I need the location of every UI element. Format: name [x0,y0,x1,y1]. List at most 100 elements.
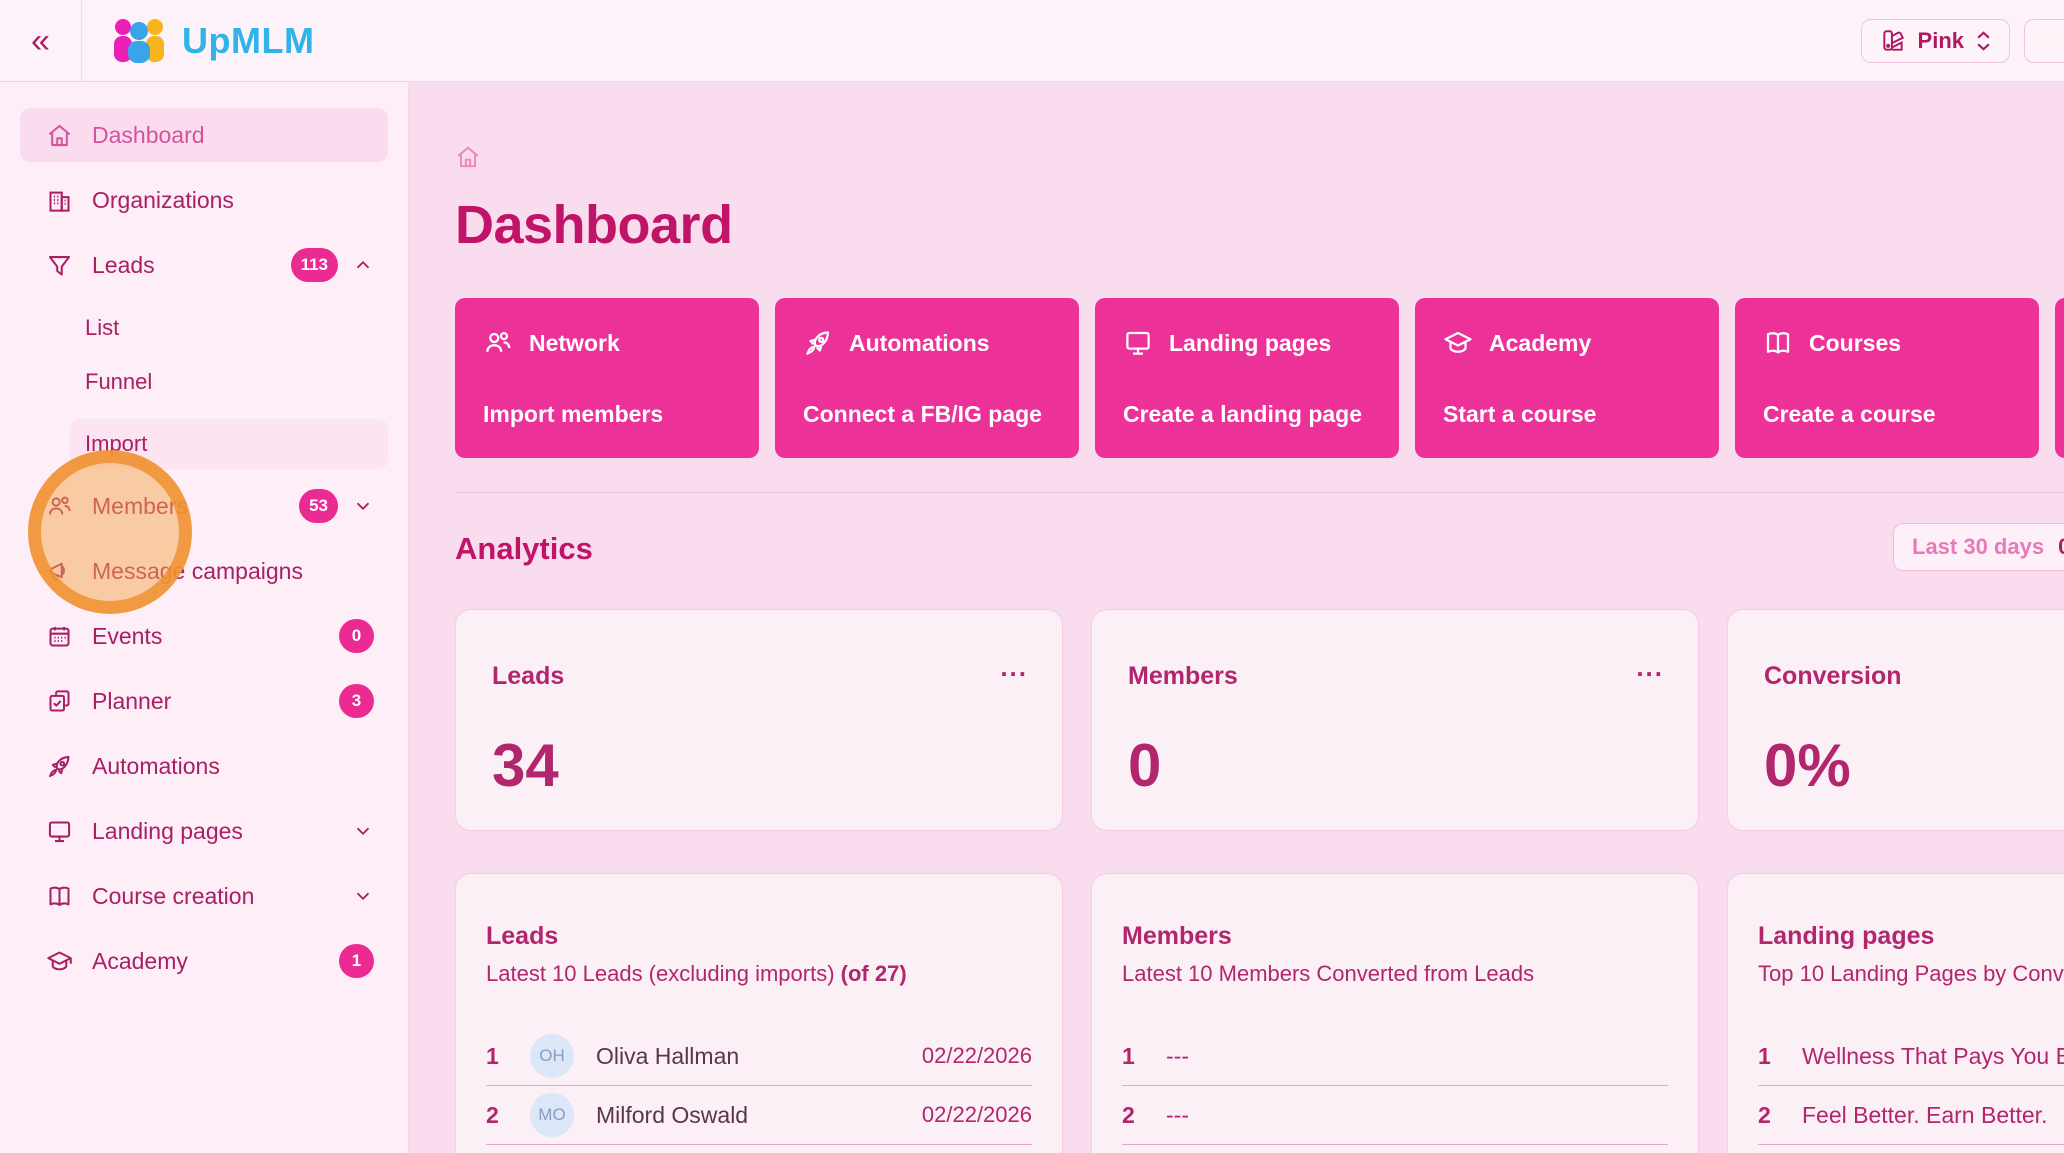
clipped-toolbar-button[interactable] [2024,19,2064,63]
lead-date: 02/22/2026 [922,1102,1032,1128]
sidebar-item-members[interactable]: Members 53 [20,479,388,533]
sidebar-item-automations[interactable]: Automations [20,739,388,793]
quick-action-landing-pages[interactable]: Landing pages Create a landing page [1095,298,1399,458]
rocket-icon [46,753,73,780]
lists-grid: Leads Latest 10 Leads (excluding imports… [455,873,2064,1153]
quick-action-title: Landing pages [1169,330,1331,357]
landing-page-row[interactable]: 2 Feel Better. Earn Better. [1758,1086,2064,1144]
chevron-up-down-icon [1976,31,1991,51]
graduation-cap-icon [1443,328,1473,358]
member-row[interactable]: 2 --- [1122,1086,1668,1144]
monitor-icon [46,818,73,845]
lead-date: 02/22/2026 [922,1043,1032,1069]
card-subtitle: Latest 10 Leads (excluding imports) (of … [486,961,1032,987]
sidebar: Dashboard Organizations Leads 113 List [0,82,409,1153]
members-list-card: Members Latest 10 Members Converted from… [1091,873,1699,1153]
sidebar-item-organizations[interactable]: Organizations [20,173,388,227]
sidebar-subitem-label: List [85,315,119,341]
chevron-down-icon [352,820,374,842]
breadcrumb-home-icon[interactable] [455,144,481,170]
landing-page-name: Wellness That Pays You Back [1802,1043,2064,1070]
sidebar-collapse-button[interactable]: « [0,0,82,81]
open-book-icon [1763,328,1793,358]
quick-action-clipped[interactable] [2055,298,2064,458]
megaphone-icon [46,558,73,585]
sidebar-item-label: Message campaigns [92,558,303,585]
theme-selector-button[interactable]: Pink [1861,19,2010,63]
sidebar-item-landing-pages[interactable]: Landing pages [20,804,388,858]
sidebar-subitem-leads-funnel[interactable]: Funnel [20,357,388,407]
quick-action-title: Network [529,330,620,357]
sidebar-item-academy[interactable]: Academy 1 [20,934,388,988]
stat-card-members: Members ... 0 [1091,609,1699,831]
ellipsis-menu-icon[interactable]: ... [1636,652,1664,683]
sidebar-item-label: Planner [92,688,171,715]
card-title: Members [1122,922,1668,951]
lead-name: Oliva Hallman [596,1043,739,1070]
row-divider [1758,1144,2064,1145]
quick-action-subtitle: Create a landing page [1123,401,1371,428]
sidebar-item-leads[interactable]: Leads 113 [20,238,388,292]
sidebar-item-label: Landing pages [92,818,243,845]
monitor-icon [1123,328,1153,358]
sidebar-item-dashboard[interactable]: Dashboard [20,108,388,162]
stat-value: 0 [1128,731,1662,800]
analytics-heading: Analytics [455,531,593,567]
period-value: 01/2 [2058,534,2064,560]
quick-action-network[interactable]: Network Import members [455,298,759,458]
home-icon [46,122,73,149]
sidebar-item-label: Academy [92,948,188,975]
row-divider [486,1144,1032,1145]
section-divider [455,492,2064,493]
lead-name: Milford Oswald [596,1102,748,1129]
stat-value: 34 [492,731,1026,800]
main-area: Dashboard Network Import members Autom [409,82,2064,1153]
lead-row[interactable]: 2 MO Milford Oswald 02/22/2026 [486,1086,1032,1144]
topbar: « UpMLM Pink [0,0,2064,82]
planner-count-badge: 3 [339,684,374,718]
academy-count-badge: 1 [339,944,374,978]
avatar: OH [530,1034,574,1078]
sidebar-item-events[interactable]: Events 0 [20,609,388,663]
quick-action-subtitle: Start a course [1443,401,1691,428]
people-logo-icon [110,18,168,64]
sidebar-subitem-label: Funnel [85,369,152,395]
stat-title: Leads [492,662,1026,691]
chevron-down-icon [352,495,374,517]
graduation-cap-icon [46,948,73,975]
sidebar-item-label: Course creation [92,883,254,910]
card-subtitle: Top 10 Landing Pages by Conversion [1758,961,2064,987]
sidebar-item-label: Leads [92,252,155,279]
brand-logo[interactable]: UpMLM [110,18,314,64]
member-name: --- [1166,1043,1189,1070]
period-selector[interactable]: Last 30 days 01/2 [1893,523,2064,571]
app-window: « UpMLM Pink [0,0,2064,1153]
row-divider [1122,1144,1668,1145]
rocket-icon [803,328,833,358]
ellipsis-menu-icon[interactable]: ... [1000,652,1028,683]
quick-action-title: Courses [1809,330,1901,357]
building-icon [46,187,73,214]
period-label: Last 30 days [1912,534,2044,560]
stats-grid: Leads ... 34 Members ... 0 Conversion ..… [455,609,2064,831]
shell: Dashboard Organizations Leads 113 List [0,82,2064,1153]
sidebar-item-planner[interactable]: Planner 3 [20,674,388,728]
sidebar-subitem-leads-list[interactable]: List [20,303,388,353]
member-name: --- [1166,1102,1189,1129]
sidebar-item-label: Automations [92,753,220,780]
quick-actions-row: Network Import members Automations Conne… [455,298,2064,458]
sidebar-subitem-leads-import[interactable]: Import [70,419,388,469]
member-row[interactable]: 1 --- [1122,1027,1668,1085]
quick-action-automations[interactable]: Automations Connect a FB/IG page [775,298,1079,458]
quick-action-academy[interactable]: Academy Start a course [1415,298,1719,458]
quick-action-subtitle: Import members [483,401,731,428]
quick-action-subtitle: Create a course [1763,401,2011,428]
avatar: MO [530,1093,574,1137]
sidebar-item-message-campaigns[interactable]: Message campaigns [20,544,388,598]
analytics-header: Analytics Last 30 days 01/2 [455,525,2064,573]
quick-action-courses[interactable]: Courses Create a course [1735,298,2039,458]
landing-page-row[interactable]: 1 Wellness That Pays You Back [1758,1027,2064,1085]
funnel-icon [46,252,73,279]
lead-row[interactable]: 1 OH Oliva Hallman 02/22/2026 [486,1027,1032,1085]
sidebar-item-course-creation[interactable]: Course creation [20,869,388,923]
